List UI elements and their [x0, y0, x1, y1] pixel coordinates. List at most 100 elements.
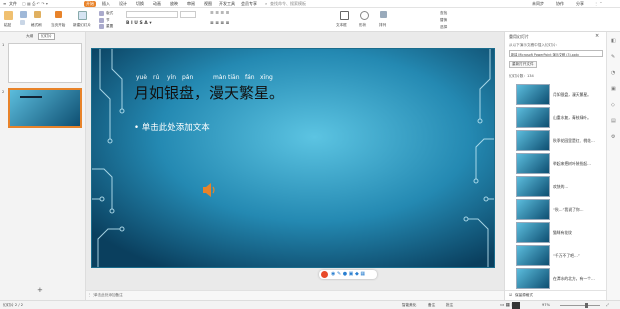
bullet-icon: •	[134, 123, 142, 133]
wps-logo-icon[interactable]	[321, 271, 328, 278]
reuse-slide-title[interactable]: 欢快的…	[553, 184, 603, 190]
paste-label: 粘贴	[4, 23, 12, 27]
reuse-slide-title[interactable]: “秋…”我说了你…	[553, 207, 603, 213]
section-label[interactable]: 节	[106, 18, 110, 23]
pane-close-icon[interactable]: ×	[595, 33, 599, 39]
play-from-current-icon[interactable]	[55, 11, 62, 18]
add-slide-button[interactable]: +	[37, 286, 43, 294]
notes-bar[interactable]: ⋮⋮ 单击此处添加备注	[86, 290, 504, 300]
browse-button[interactable]: 重新打开文件	[509, 61, 537, 68]
search-input[interactable]: 查找命令、搜索模板	[270, 1, 306, 7]
tab-transition[interactable]: 切换	[136, 1, 144, 7]
slide-title[interactable]: 月如银盘，漫天繁星。	[134, 82, 284, 103]
reuse-slide-thumb[interactable]	[516, 176, 550, 197]
reuse-slide-thumb[interactable]	[516, 199, 550, 220]
slide-thumbnail-1[interactable]	[8, 43, 82, 83]
file-combo[interactable]: 新建 Microsoft PowerPoint 演示文稿 (3).pptx	[509, 50, 603, 57]
notes-placeholder[interactable]: 单击此处添加备注	[94, 293, 123, 298]
floating-tool-icons[interactable]: ◉ ✎ ● ▣ ◆ ▦	[331, 271, 365, 277]
menu-icon[interactable]: ≡	[3, 1, 6, 6]
right-side-toolbar: ◧ ✎ ◔ ▣ ◇ ▤ ⚙	[606, 32, 620, 300]
speaker-icon[interactable]	[202, 182, 216, 198]
side-tool-icon-2[interactable]: ✎	[611, 54, 615, 60]
reuse-slide-thumb[interactable]	[516, 153, 550, 174]
zoom-slider[interactable]	[560, 305, 600, 306]
side-tool-icon-3[interactable]: ◔	[611, 70, 615, 76]
thumbnail-title-line	[20, 96, 42, 98]
sync-status[interactable]: 未同步	[532, 1, 544, 7]
new-slide-label[interactable]: 新建幻灯片	[73, 23, 91, 28]
reuse-slide-thumb[interactable]	[516, 245, 550, 266]
side-tool-icon-4[interactable]: ▣	[611, 86, 616, 92]
font-family-select[interactable]	[126, 11, 178, 18]
textbox-icon[interactable]	[340, 11, 349, 20]
layout-label[interactable]: 版式	[106, 11, 113, 16]
quick-access-icons[interactable]: ▢ ▦ ⎙ ↶ ↷ ▾	[22, 1, 48, 6]
cut-icon[interactable]	[20, 11, 27, 18]
reuse-slide-title[interactable]: “千万不了吧…”	[553, 253, 603, 259]
reset-icon[interactable]	[99, 24, 104, 29]
menu-file[interactable]: 文件	[9, 1, 17, 7]
replace-button[interactable]: 替换	[440, 18, 447, 23]
pinyin-tian: tiān	[228, 74, 240, 81]
font-size-select[interactable]	[180, 11, 196, 18]
tab-home[interactable]: 开始	[84, 1, 96, 7]
slide-canvas[interactable]: yuè rú yín pán màn tiān fán xīng 月如银盘，漫天…	[91, 48, 495, 268]
editor-canvas: yuè rú yín pán màn tiān fán xīng 月如银盘，漫天…	[86, 32, 504, 290]
reuse-slide-thumb[interactable]	[516, 222, 550, 243]
reuse-slide-title[interactable]: 举起来把树叶装扮起…	[553, 161, 603, 167]
tab-outline[interactable]: 大纲	[26, 34, 33, 39]
new-slide-icon[interactable]	[78, 11, 87, 20]
notes-button[interactable]: 备注	[428, 303, 435, 308]
play-button[interactable]	[512, 302, 520, 309]
paste-icon[interactable]	[4, 11, 13, 20]
reuse-slide-thumb[interactable]	[516, 107, 550, 128]
slide-body-placeholder[interactable]: • 单击此处添加文本	[134, 121, 210, 133]
collab-button[interactable]: 协作	[556, 1, 564, 7]
tab-developer[interactable]: 开发工具	[219, 1, 235, 7]
layout-icon[interactable]	[99, 11, 104, 16]
comment-button[interactable]: 批注	[446, 303, 453, 308]
zoom-level[interactable]: 97%	[542, 303, 550, 307]
tab-insert[interactable]: 插入	[102, 1, 110, 7]
zoom-slider-thumb[interactable]	[585, 303, 588, 308]
reuse-slide-thumb[interactable]	[516, 268, 550, 289]
tab-design[interactable]: 设计	[119, 1, 127, 7]
slide-thumbnail-2[interactable]	[8, 88, 82, 128]
shape-icon[interactable]	[360, 11, 369, 20]
reuse-slide-title[interactable]: 在潭水的北方，有一个…	[553, 276, 603, 282]
tab-view[interactable]: 视图	[204, 1, 212, 7]
reuse-slide-thumb[interactable]	[516, 84, 550, 105]
more-icon[interactable]: ⋮ ⌃	[594, 1, 603, 6]
alignment-buttons[interactable]: ≣ ≣ ≣ ≣	[210, 21, 229, 26]
reuse-slide-title[interactable]: 秋季花园里是红、桃花…	[553, 138, 603, 144]
format-painter-icon[interactable]	[34, 11, 41, 18]
find-button[interactable]: 查找	[440, 11, 447, 16]
tab-slideshow[interactable]: 放映	[170, 1, 178, 7]
tab-animation[interactable]: 动画	[153, 1, 161, 7]
paragraph-buttons[interactable]: ≡ ≡ ≡ ≡	[210, 11, 229, 16]
tab-member[interactable]: 会员专享	[241, 1, 257, 7]
share-button[interactable]: 分享	[576, 1, 584, 7]
select-button[interactable]: 选择	[440, 25, 447, 30]
textbox-label: 文本框	[336, 23, 347, 27]
search-icon[interactable]: ⌕	[265, 1, 267, 6]
side-tool-icon-5[interactable]: ◇	[611, 102, 615, 108]
font-style-buttons[interactable]: B I U S A ▾	[126, 21, 152, 26]
fit-window-icon[interactable]: ⤢	[606, 303, 609, 307]
reuse-slide-title[interactable]: 猫咪有花纹	[553, 230, 603, 236]
section-icon[interactable]	[99, 18, 104, 23]
side-tool-icon-1[interactable]: ◧	[611, 38, 616, 44]
side-tool-icon-7[interactable]: ⚙	[611, 134, 615, 140]
arrange-icon[interactable]	[380, 11, 387, 18]
reset-label[interactable]: 重置	[106, 24, 113, 29]
copy-icon[interactable]	[20, 20, 25, 25]
keep-format-checkbox[interactable]: ☑	[509, 293, 512, 297]
reuse-slide-thumb[interactable]	[516, 130, 550, 151]
tab-slides[interactable]: 幻灯片	[38, 33, 55, 40]
smart-beautify-button[interactable]: 智能美化	[402, 303, 416, 308]
tab-review[interactable]: 审阅	[187, 1, 195, 7]
reuse-slide-title[interactable]: 山重水复，青枝绿叶。	[553, 115, 603, 121]
side-tool-icon-6[interactable]: ▤	[611, 118, 616, 124]
reuse-slide-title[interactable]: 月如银盘，漫天繁星。	[553, 92, 603, 98]
